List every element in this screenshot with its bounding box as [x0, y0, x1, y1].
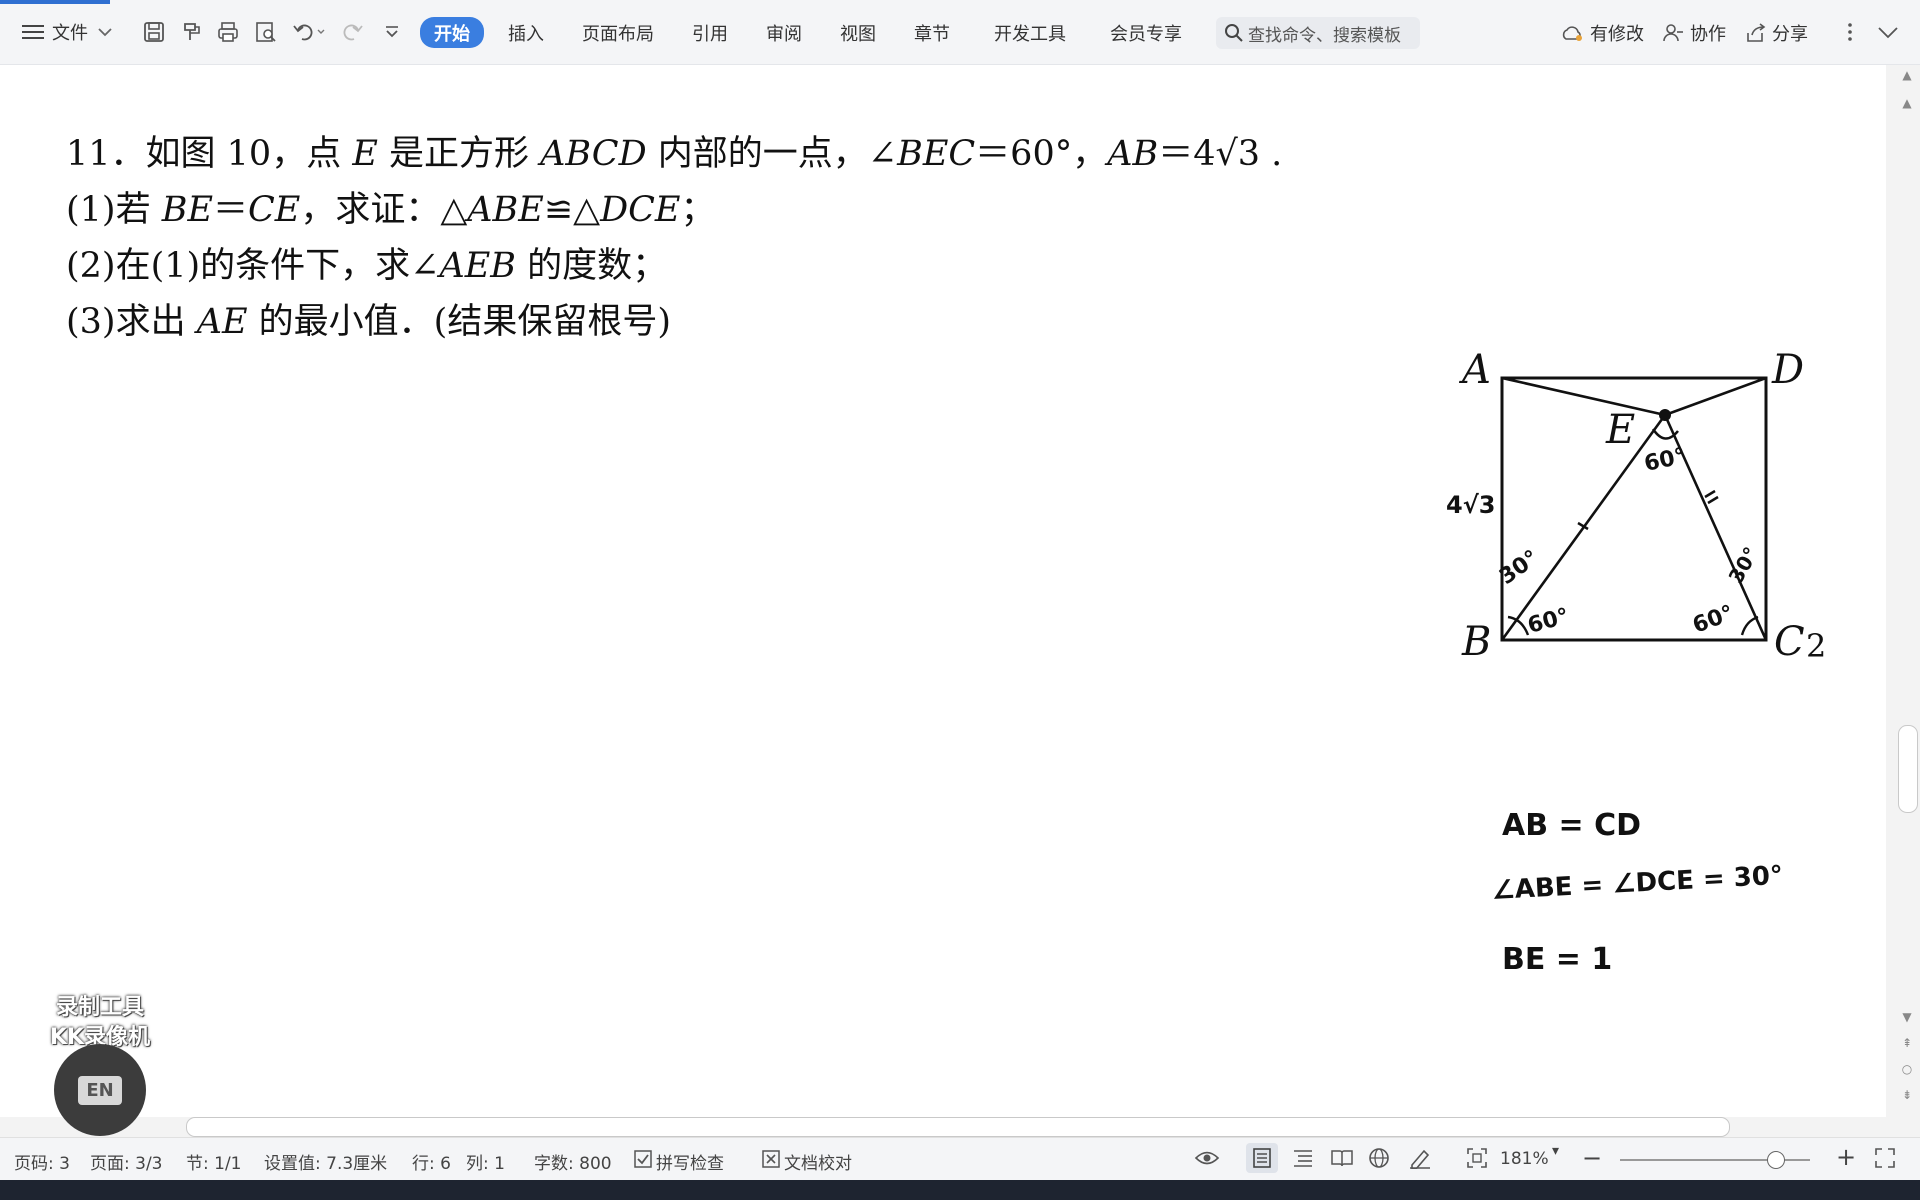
label-b: B — [1461, 619, 1491, 665]
collaborate-label: 协作 — [1690, 24, 1726, 45]
hand-angle-b60: 60° — [1525, 604, 1572, 639]
ime-language-button[interactable]: EN — [54, 1044, 146, 1136]
next-page-icon[interactable]: ⇟ — [1896, 1086, 1918, 1104]
scroll-up-arrow-icon[interactable]: ▲ — [1896, 66, 1918, 84]
eye-protection-icon[interactable] — [1194, 1147, 1220, 1174]
checkbox-icon — [634, 1150, 652, 1173]
redo-icon[interactable] — [340, 20, 364, 44]
page-view-icon[interactable] — [1246, 1143, 1278, 1173]
hand-note-angles: ∠ABE = ∠DCE = 30° — [1491, 861, 1784, 906]
zoom-slider-knob[interactable] — [1766, 1151, 1785, 1169]
print-icon[interactable] — [216, 20, 240, 44]
tab-chapter[interactable]: 章节 — [914, 20, 950, 46]
file-menu-button[interactable]: 文件 — [22, 0, 112, 64]
label-c: C — [1774, 619, 1805, 665]
hand-side-length: 4√3 — [1446, 491, 1495, 519]
label-2: 2 — [1806, 627, 1826, 665]
tick-ce-1 — [1704, 489, 1716, 499]
outline-view-icon[interactable] — [1292, 1148, 1314, 1173]
search-placeholder: 查找命令、搜索模板 — [1248, 25, 1401, 46]
status-column[interactable]: 列: 1 — [466, 1149, 505, 1174]
zoom-out-icon[interactable]: − — [1582, 1144, 1602, 1172]
tab-page-layout[interactable]: 页面布局 — [582, 20, 654, 46]
zoom-slider[interactable] — [1620, 1151, 1810, 1169]
os-taskbar — [0, 1180, 1920, 1200]
tab-review[interactable]: 审阅 — [766, 20, 802, 46]
point-e — [1659, 409, 1671, 421]
zoom-dropdown-icon[interactable]: ▾ — [1552, 1143, 1559, 1159]
collapse-ribbon-icon[interactable] — [1876, 20, 1900, 44]
format-painter-icon[interactable] — [180, 20, 204, 44]
customize-quick-access-icon[interactable] — [380, 20, 404, 44]
hand-note-be: BE = 1 — [1502, 942, 1612, 977]
has-changes-label: 有修改 — [1590, 24, 1644, 45]
scroll-up-arrow-icon[interactable]: ▲ — [1896, 94, 1918, 112]
question-stem: 11．如图 10，点 E 是正方形 ABCD 内部的一点，∠BEC＝60°，AB… — [66, 134, 1283, 174]
status-bar: 页码: 3 页面: 3/3 节: 1/1 设置值: 7.3厘米 行: 6 列: … — [0, 1137, 1920, 1181]
has-changes-button[interactable]: 有修改 — [1560, 20, 1644, 46]
hand-angle-e: 60° — [1642, 444, 1688, 477]
status-word-count[interactable]: 字数: 800 — [534, 1149, 612, 1174]
status-setting[interactable]: 设置值: 7.3厘米 — [264, 1149, 387, 1174]
zoom-level[interactable]: 181% — [1500, 1149, 1549, 1169]
tab-insert[interactable]: 插入 — [508, 20, 544, 46]
segment-de — [1664, 376, 1767, 417]
hand-angle-c60: 60° — [1690, 601, 1738, 639]
write-mode-icon[interactable] — [1408, 1147, 1432, 1174]
horizontal-scroll-thumb[interactable] — [186, 1117, 1730, 1137]
label-d: D — [1771, 347, 1804, 393]
file-menu-label: 文件 — [52, 23, 88, 44]
label-e: E — [1605, 407, 1635, 453]
fit-page-icon[interactable] — [1466, 1147, 1488, 1174]
hand-note-ab-cd: AB = CD — [1502, 808, 1641, 843]
tab-member[interactable]: 会员专享 — [1110, 20, 1182, 46]
hand-angle-c30: 30° — [1724, 543, 1764, 588]
question-part-1: (1)若 BE＝CE，求证：△ABE≌△DCE； — [66, 190, 716, 230]
more-options-icon[interactable] — [1838, 20, 1862, 44]
select-browse-object-icon[interactable]: ○ — [1896, 1060, 1918, 1078]
user-icon — [1662, 23, 1684, 43]
previous-page-icon[interactable]: ⇞ — [1896, 1034, 1918, 1052]
tab-view[interactable]: 视图 — [840, 20, 876, 46]
spell-check-button[interactable]: 拼写检查 — [634, 1149, 724, 1174]
status-row[interactable]: 行: 6 — [412, 1149, 451, 1174]
label-a: A — [1458, 347, 1491, 393]
share-icon — [1744, 23, 1766, 43]
share-label: 分享 — [1772, 24, 1808, 45]
zoom-in-icon[interactable]: + — [1836, 1143, 1856, 1171]
tick-ce-2 — [1707, 495, 1719, 505]
fullscreen-icon[interactable] — [1874, 1147, 1896, 1174]
figure-10-square: A D E B C 2 4√3 60° 30° 60° 30° 60° AB =… — [1446, 347, 1826, 977]
tab-references[interactable]: 引用 — [692, 20, 728, 46]
vertical-scroll-thumb[interactable] — [1898, 725, 1918, 813]
scroll-down-arrow-icon[interactable]: ▼ — [1896, 1008, 1918, 1026]
hamburger-icon — [22, 23, 44, 41]
document-page[interactable]: 11．如图 10，点 E 是正方形 ABCD 内部的一点，∠BEC＝60°，AB… — [0, 65, 1886, 1117]
command-search-box[interactable]: 查找命令、搜索模板 — [1216, 17, 1420, 49]
save-icon[interactable] — [142, 20, 166, 44]
collaborate-button[interactable]: 协作 — [1662, 20, 1726, 46]
status-pages[interactable]: 页面: 3/3 — [90, 1149, 163, 1174]
share-button[interactable]: 分享 — [1744, 20, 1808, 46]
cloud-sync-icon — [1560, 23, 1584, 43]
tab-developer[interactable]: 开发工具 — [994, 20, 1066, 46]
ime-keyboard-icon: EN — [78, 1075, 122, 1105]
vertical-scrollbar[interactable] — [1886, 65, 1920, 1117]
document-proofread-button[interactable]: 文档校对 — [762, 1149, 852, 1174]
proofread-icon — [762, 1150, 780, 1173]
ribbon-toolbar: 文件 开始 插入 页面布局 引用 审阅 视图 章节 开发工具 会员专享 查找命令… — [0, 0, 1920, 65]
search-icon — [1224, 23, 1244, 43]
question-part-3: (3)求出 AE 的最小值．(结果保留根号) — [66, 302, 671, 342]
reading-mode-icon[interactable] — [1330, 1148, 1354, 1173]
chevron-down-icon — [98, 27, 112, 37]
segment-ae — [1501, 376, 1666, 417]
web-layout-icon[interactable] — [1368, 1147, 1390, 1174]
tab-home[interactable]: 开始 — [420, 17, 484, 48]
question-part-2: (2)在(1)的条件下，求∠AEB 的度数； — [66, 246, 668, 286]
watermark-line-1: 录制工具 — [55, 995, 144, 1020]
undo-icon[interactable] — [292, 20, 325, 44]
status-section[interactable]: 节: 1/1 — [186, 1149, 242, 1174]
status-page-code[interactable]: 页码: 3 — [14, 1149, 70, 1174]
print-preview-icon[interactable] — [254, 20, 278, 44]
